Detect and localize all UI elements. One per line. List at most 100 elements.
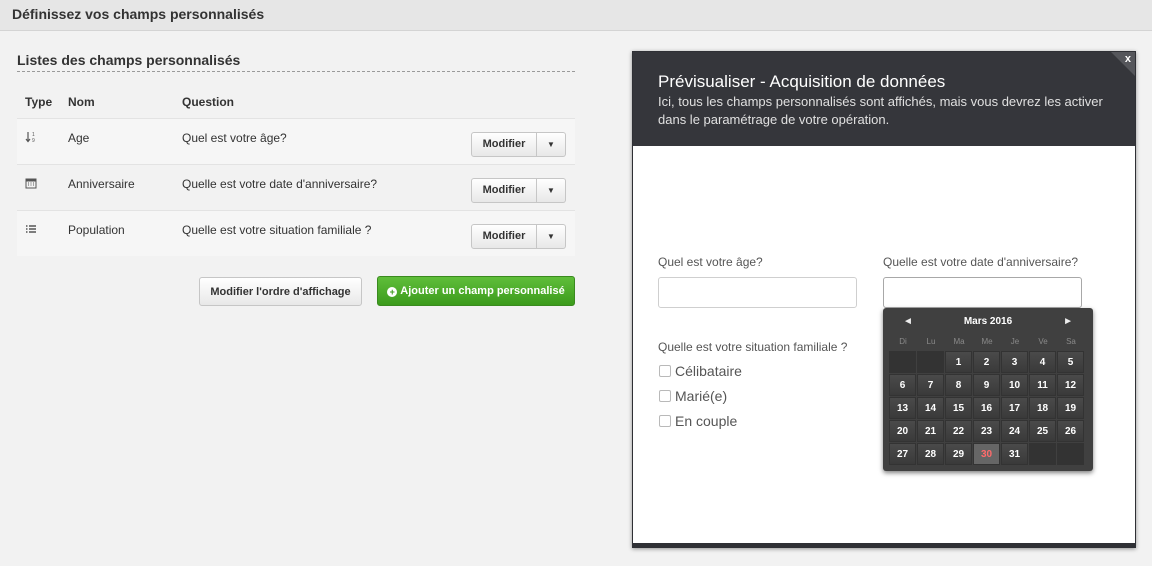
caret-down-icon: ▼ — [547, 231, 555, 241]
option-label: En couple — [675, 413, 738, 429]
reorder-button[interactable]: Modifier l'ordre d'affichage — [199, 277, 362, 306]
day-cell[interactable]: 27 — [889, 443, 916, 465]
situation-label: Quelle est votre situation familiale ? — [658, 340, 848, 354]
caret-down-icon: ▼ — [547, 139, 555, 149]
modify-button-group: Modifier ▼ — [471, 131, 566, 157]
svg-text:9: 9 — [32, 138, 35, 143]
top-bar: Définissez vos champs personnalisés — [0, 0, 1152, 31]
prev-month-icon[interactable]: ◄ — [903, 313, 913, 331]
day-cell[interactable]: 5 — [1057, 351, 1084, 373]
question-cell: Quelle est votre date d'anniversaire? — [174, 163, 463, 210]
day-cell[interactable]: 11 — [1029, 374, 1056, 396]
day-cell[interactable]: 12 — [1057, 374, 1084, 396]
day-cell[interactable]: 9 — [973, 374, 1000, 396]
header-nom: Nom — [68, 94, 95, 109]
dropdown-toggle[interactable]: ▼ — [537, 131, 566, 157]
weekday-label: Je — [1010, 337, 1020, 346]
day-cell[interactable]: 16 — [973, 397, 1000, 419]
table-row: Population Quelle est votre situation fa… — [17, 209, 575, 256]
birthday-label: Quelle est votre date d'anniversaire? — [883, 255, 1079, 269]
option-couple[interactable]: En couple — [659, 413, 737, 429]
type-cell — [17, 209, 60, 256]
day-cell[interactable]: 3 — [1001, 351, 1028, 373]
day-cell[interactable]: 22 — [945, 420, 972, 442]
add-field-label: Ajouter un champ personnalisé — [400, 285, 565, 297]
day-cell[interactable]: 23 — [973, 420, 1000, 442]
nom-cell: Population — [60, 209, 174, 256]
day-cell-empty — [917, 351, 944, 373]
next-month-icon[interactable]: ► — [1063, 313, 1073, 331]
age-label: Quel est votre âge? — [658, 255, 763, 269]
checkbox[interactable] — [659, 415, 671, 427]
day-cell[interactable]: 6 — [889, 374, 916, 396]
day-cell[interactable]: 24 — [1001, 420, 1028, 442]
day-cell-today[interactable]: 30 — [973, 443, 1000, 465]
day-cell[interactable]: 1 — [945, 351, 972, 373]
day-cell[interactable]: 28 — [917, 443, 944, 465]
day-cell[interactable]: 4 — [1029, 351, 1056, 373]
header-question: Question — [182, 94, 235, 109]
day-cell[interactable]: 14 — [917, 397, 944, 419]
actions-cell: Modifier ▼ — [463, 117, 575, 164]
day-cell[interactable]: 13 — [889, 397, 916, 419]
modify-button[interactable]: Modifier — [471, 177, 537, 203]
dropdown-toggle[interactable]: ▼ — [537, 177, 566, 203]
day-cell[interactable]: 20 — [889, 420, 916, 442]
day-cell-empty — [1057, 443, 1084, 465]
day-cell[interactable]: 25 — [1029, 420, 1056, 442]
day-cell[interactable]: 29 — [945, 443, 972, 465]
table-row: 19 Age Quel est votre âge? Modifier ▼ — [17, 117, 575, 164]
calendar-icon — [25, 177, 37, 192]
modify-button-group: Modifier ▼ — [471, 223, 566, 249]
custom-fields-panel: Listes des champs personnalisés Type Nom… — [17, 52, 575, 256]
day-cell[interactable]: 31 — [1001, 443, 1028, 465]
type-cell — [17, 163, 60, 210]
close-icon[interactable]: x — [1125, 53, 1131, 65]
weekday-label: Lu — [926, 337, 936, 346]
checkbox[interactable] — [659, 365, 671, 377]
modify-button[interactable]: Modifier — [471, 223, 537, 249]
preview-modal: x Prévisualiser - Acquisition de données… — [632, 51, 1136, 548]
option-marie[interactable]: Marié(e) — [659, 388, 727, 404]
sort-numeric-icon: 19 — [25, 131, 37, 146]
modal-header: Prévisualiser - Acquisition de données I… — [633, 52, 1135, 146]
weekday-row: Di Lu Ma Me Je Ve Sa — [889, 337, 1087, 351]
modify-button[interactable]: Modifier — [471, 131, 537, 157]
day-cell[interactable]: 19 — [1057, 397, 1084, 419]
list-actions: Modifier l'ordre d'affichage + Ajouter un… — [17, 276, 575, 307]
day-cell-empty — [1029, 443, 1056, 465]
weekday-label: Ve — [1038, 337, 1048, 346]
page-title: Définissez vos champs personnalisés — [12, 6, 265, 22]
caret-down-icon: ▼ — [547, 185, 555, 195]
weekday-label: Ma — [953, 337, 965, 346]
datepicker-month: Mars 2016 — [963, 316, 1013, 327]
day-cell[interactable]: 8 — [945, 374, 972, 396]
datepicker: ◄ Mars 2016 ► Di Lu Ma Me Je Ve Sa 1 2 3 4 5 6 7 8 9 10… — [883, 308, 1093, 471]
day-cell[interactable]: 21 — [917, 420, 944, 442]
list-icon — [25, 223, 37, 238]
weekday-label: Di — [899, 337, 907, 346]
dropdown-toggle[interactable]: ▼ — [537, 223, 566, 249]
option-celibataire[interactable]: Célibataire — [659, 363, 742, 379]
day-cell[interactable]: 26 — [1057, 420, 1084, 442]
day-cell[interactable]: 17 — [1001, 397, 1028, 419]
list-title: Listes des champs personnalisés — [17, 52, 575, 72]
day-cell[interactable]: 7 — [917, 374, 944, 396]
age-input[interactable] — [658, 277, 857, 308]
checkbox[interactable] — [659, 390, 671, 402]
day-cell[interactable]: 18 — [1029, 397, 1056, 419]
add-field-button[interactable]: + Ajouter un champ personnalisé — [377, 276, 575, 306]
day-cell[interactable]: 15 — [945, 397, 972, 419]
nom-cell: Anniversaire — [60, 163, 174, 210]
day-cell[interactable]: 10 — [1001, 374, 1028, 396]
type-cell: 19 — [17, 117, 60, 164]
modal-subtitle: Ici, tous les champs personnalisés sont … — [658, 94, 1103, 127]
plus-circle-icon: + — [387, 287, 398, 297]
datepicker-header: ◄ Mars 2016 ► — [889, 313, 1087, 337]
option-label: Marié(e) — [675, 388, 728, 404]
day-cell-empty — [889, 351, 916, 373]
day-cell[interactable]: 2 — [973, 351, 1000, 373]
table-row: Anniversaire Quelle est votre date d'ann… — [17, 163, 575, 210]
actions-cell: Modifier ▼ — [463, 209, 575, 256]
birthday-input[interactable] — [883, 277, 1082, 308]
